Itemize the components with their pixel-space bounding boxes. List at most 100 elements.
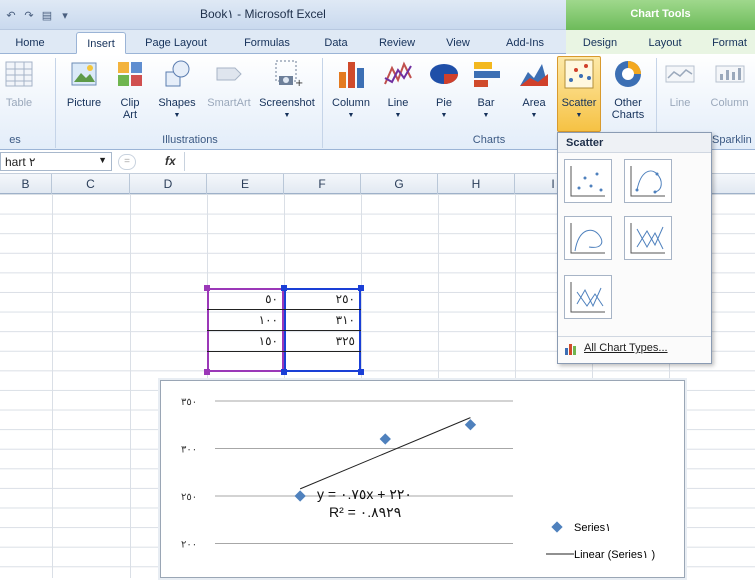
- table-cell[interactable]: ٣١٠: [284, 310, 361, 330]
- tab-data[interactable]: Data: [318, 32, 354, 54]
- bar-dropdown-icon: ▼: [482, 112, 490, 119]
- tab-insert[interactable]: Insert: [76, 32, 126, 54]
- line-chart-button[interactable]: Line ▼: [378, 58, 418, 122]
- line-label: Line: [387, 97, 409, 109]
- trendline-equation[interactable]: y = ٠.٧٥x + ٢٢٠: [317, 486, 412, 502]
- y-tick-label: ٢٥٠: [181, 492, 197, 503]
- shapes-label: Shapes: [158, 97, 196, 109]
- name-box-dropdown-icon[interactable]: ▼: [98, 155, 107, 165]
- bar-chart-button[interactable]: Bar ▼: [466, 58, 506, 122]
- column-chart-button[interactable]: Column ▼: [326, 58, 376, 122]
- name-box[interactable]: hart ٢ ▼: [0, 152, 112, 171]
- selection-handle[interactable]: [204, 369, 210, 375]
- scatter-straight-lines-option[interactable]: [564, 275, 612, 319]
- other-charts-icon: [615, 61, 641, 87]
- selection-handle[interactable]: [281, 369, 287, 375]
- pie-label: Pie: [436, 97, 452, 109]
- legend-series-marker: [551, 521, 563, 533]
- pie-chart-button[interactable]: Pie ▼: [424, 58, 464, 122]
- scatter-chart[interactable]: ٣٥٠٣٠٠٢٥٠٢٠٠١٥٠ y = ٠.٧٥x + ٢٢٠ R² = ٠.٨…: [160, 380, 685, 578]
- tab-design[interactable]: Design: [574, 32, 626, 54]
- sparkline-column-button[interactable]: Column: [704, 58, 755, 109]
- scatter-straight-lines-markers-option[interactable]: [624, 216, 672, 260]
- bar-label: Bar: [477, 97, 495, 109]
- scatter-smooth-lines-option[interactable]: [564, 216, 612, 260]
- column-header-e[interactable]: E: [207, 174, 284, 194]
- tab-layout[interactable]: Layout: [640, 32, 690, 54]
- scatter-smooth-lines-markers-option[interactable]: [624, 159, 672, 203]
- tab-page-layout[interactable]: Page Layout: [138, 32, 214, 54]
- print-preview-icon[interactable]: ▤: [40, 8, 54, 22]
- sparkline-column-icon: [715, 65, 744, 83]
- insert-function-icon[interactable]: fx: [165, 154, 176, 168]
- scatter-straight-markers-icon: [630, 223, 665, 254]
- area-chart-button[interactable]: Area ▼: [512, 58, 556, 122]
- data-point[interactable]: [464, 419, 477, 431]
- sparkline-line-button[interactable]: Line: [662, 58, 698, 109]
- selection-handle[interactable]: [358, 369, 364, 375]
- scatter-dropdown-title: Scatter: [558, 133, 711, 153]
- column-header-f[interactable]: F: [284, 174, 361, 194]
- all-chart-types-option[interactable]: All Chart Types...: [558, 336, 711, 360]
- grid-line: [130, 194, 131, 578]
- column-dropdown-icon: ▼: [347, 112, 355, 119]
- other-charts-button[interactable]: Other Charts: [604, 58, 652, 121]
- redo-icon[interactable]: ↷: [22, 8, 36, 22]
- column-label: Column: [332, 97, 370, 109]
- table-border: [207, 351, 361, 352]
- table-button[interactable]: Table: [0, 58, 38, 109]
- table-cell[interactable]: ٣٢٥: [284, 331, 361, 351]
- clip-art-button[interactable]: Clip Art: [110, 58, 150, 121]
- smartart-label: SmartArt: [207, 97, 251, 109]
- smartart-button[interactable]: SmartArt: [202, 58, 256, 109]
- data-point[interactable]: [294, 490, 306, 502]
- legend-trend-label: Linear (Series١ ): [574, 549, 655, 561]
- tab-formulas[interactable]: Formulas: [236, 32, 298, 54]
- all-chart-types-icon: [565, 344, 576, 355]
- picture-icon: [71, 62, 97, 86]
- sparklines-group-label: Sparklin: [712, 134, 752, 146]
- sparkline-column-label: Column: [710, 97, 749, 109]
- group-separator: [322, 58, 323, 148]
- column-header-h[interactable]: H: [438, 174, 515, 194]
- screenshot-button[interactable]: + Screenshot ▼: [256, 58, 318, 122]
- shapes-button[interactable]: Shapes ▼: [152, 58, 202, 122]
- scatter-markers-only-option[interactable]: [564, 159, 612, 203]
- scatter-chart-button[interactable]: Scatter ▼: [557, 58, 601, 122]
- column-header-c[interactable]: C: [52, 174, 130, 194]
- tab-format[interactable]: Format: [704, 32, 755, 54]
- scatter-straight-lines-icon: [570, 282, 605, 313]
- trendline[interactable]: [299, 417, 471, 490]
- trendline-r-squared[interactable]: R² = ٠.٨٩٢٩: [329, 504, 401, 520]
- tab-review[interactable]: Review: [372, 32, 422, 54]
- group-separator: [55, 58, 56, 148]
- table-icon: [5, 61, 33, 87]
- sparkline-line-label: Line: [669, 97, 691, 109]
- screenshot-dropdown-icon: ▼: [283, 112, 291, 119]
- area-label: Area: [522, 97, 546, 109]
- column-header-d[interactable]: D: [130, 174, 207, 194]
- data-point[interactable]: [379, 433, 391, 445]
- chart-tools-label: Chart Tools: [630, 8, 691, 20]
- clip-art-label: Clip Art: [120, 97, 140, 121]
- customize-qat-icon[interactable]: ▾: [58, 8, 72, 22]
- tab-view[interactable]: View: [438, 32, 478, 54]
- column-header-b[interactable]: B: [0, 174, 52, 194]
- scatter-markers-icon: [570, 166, 605, 197]
- line-chart-icon: [384, 61, 412, 85]
- tab-home[interactable]: Home: [6, 32, 54, 54]
- legend[interactable]: Series١ Linear (Series١ ): [546, 521, 655, 561]
- table-cell[interactable]: ٢٥٠: [284, 289, 361, 309]
- picture-button[interactable]: Picture: [62, 58, 106, 109]
- undo-icon[interactable]: ↶: [4, 8, 18, 22]
- other-charts-label: Other Charts: [611, 97, 645, 121]
- table-cell[interactable]: ١٥٠: [207, 331, 284, 351]
- formula-bar-cancel-icon: =: [118, 154, 136, 170]
- window-title: Book١ - Microsoft Excel: [200, 7, 326, 21]
- all-chart-types-label: All Chart Types...: [584, 342, 668, 354]
- column-header-g[interactable]: G: [361, 174, 438, 194]
- quick-access-toolbar: ↶ ↷ ▤ ▾: [4, 6, 72, 24]
- table-cell[interactable]: ٥٠: [207, 289, 284, 309]
- table-cell[interactable]: ١٠٠: [207, 310, 284, 330]
- tab-add-ins[interactable]: Add-Ins: [495, 32, 555, 54]
